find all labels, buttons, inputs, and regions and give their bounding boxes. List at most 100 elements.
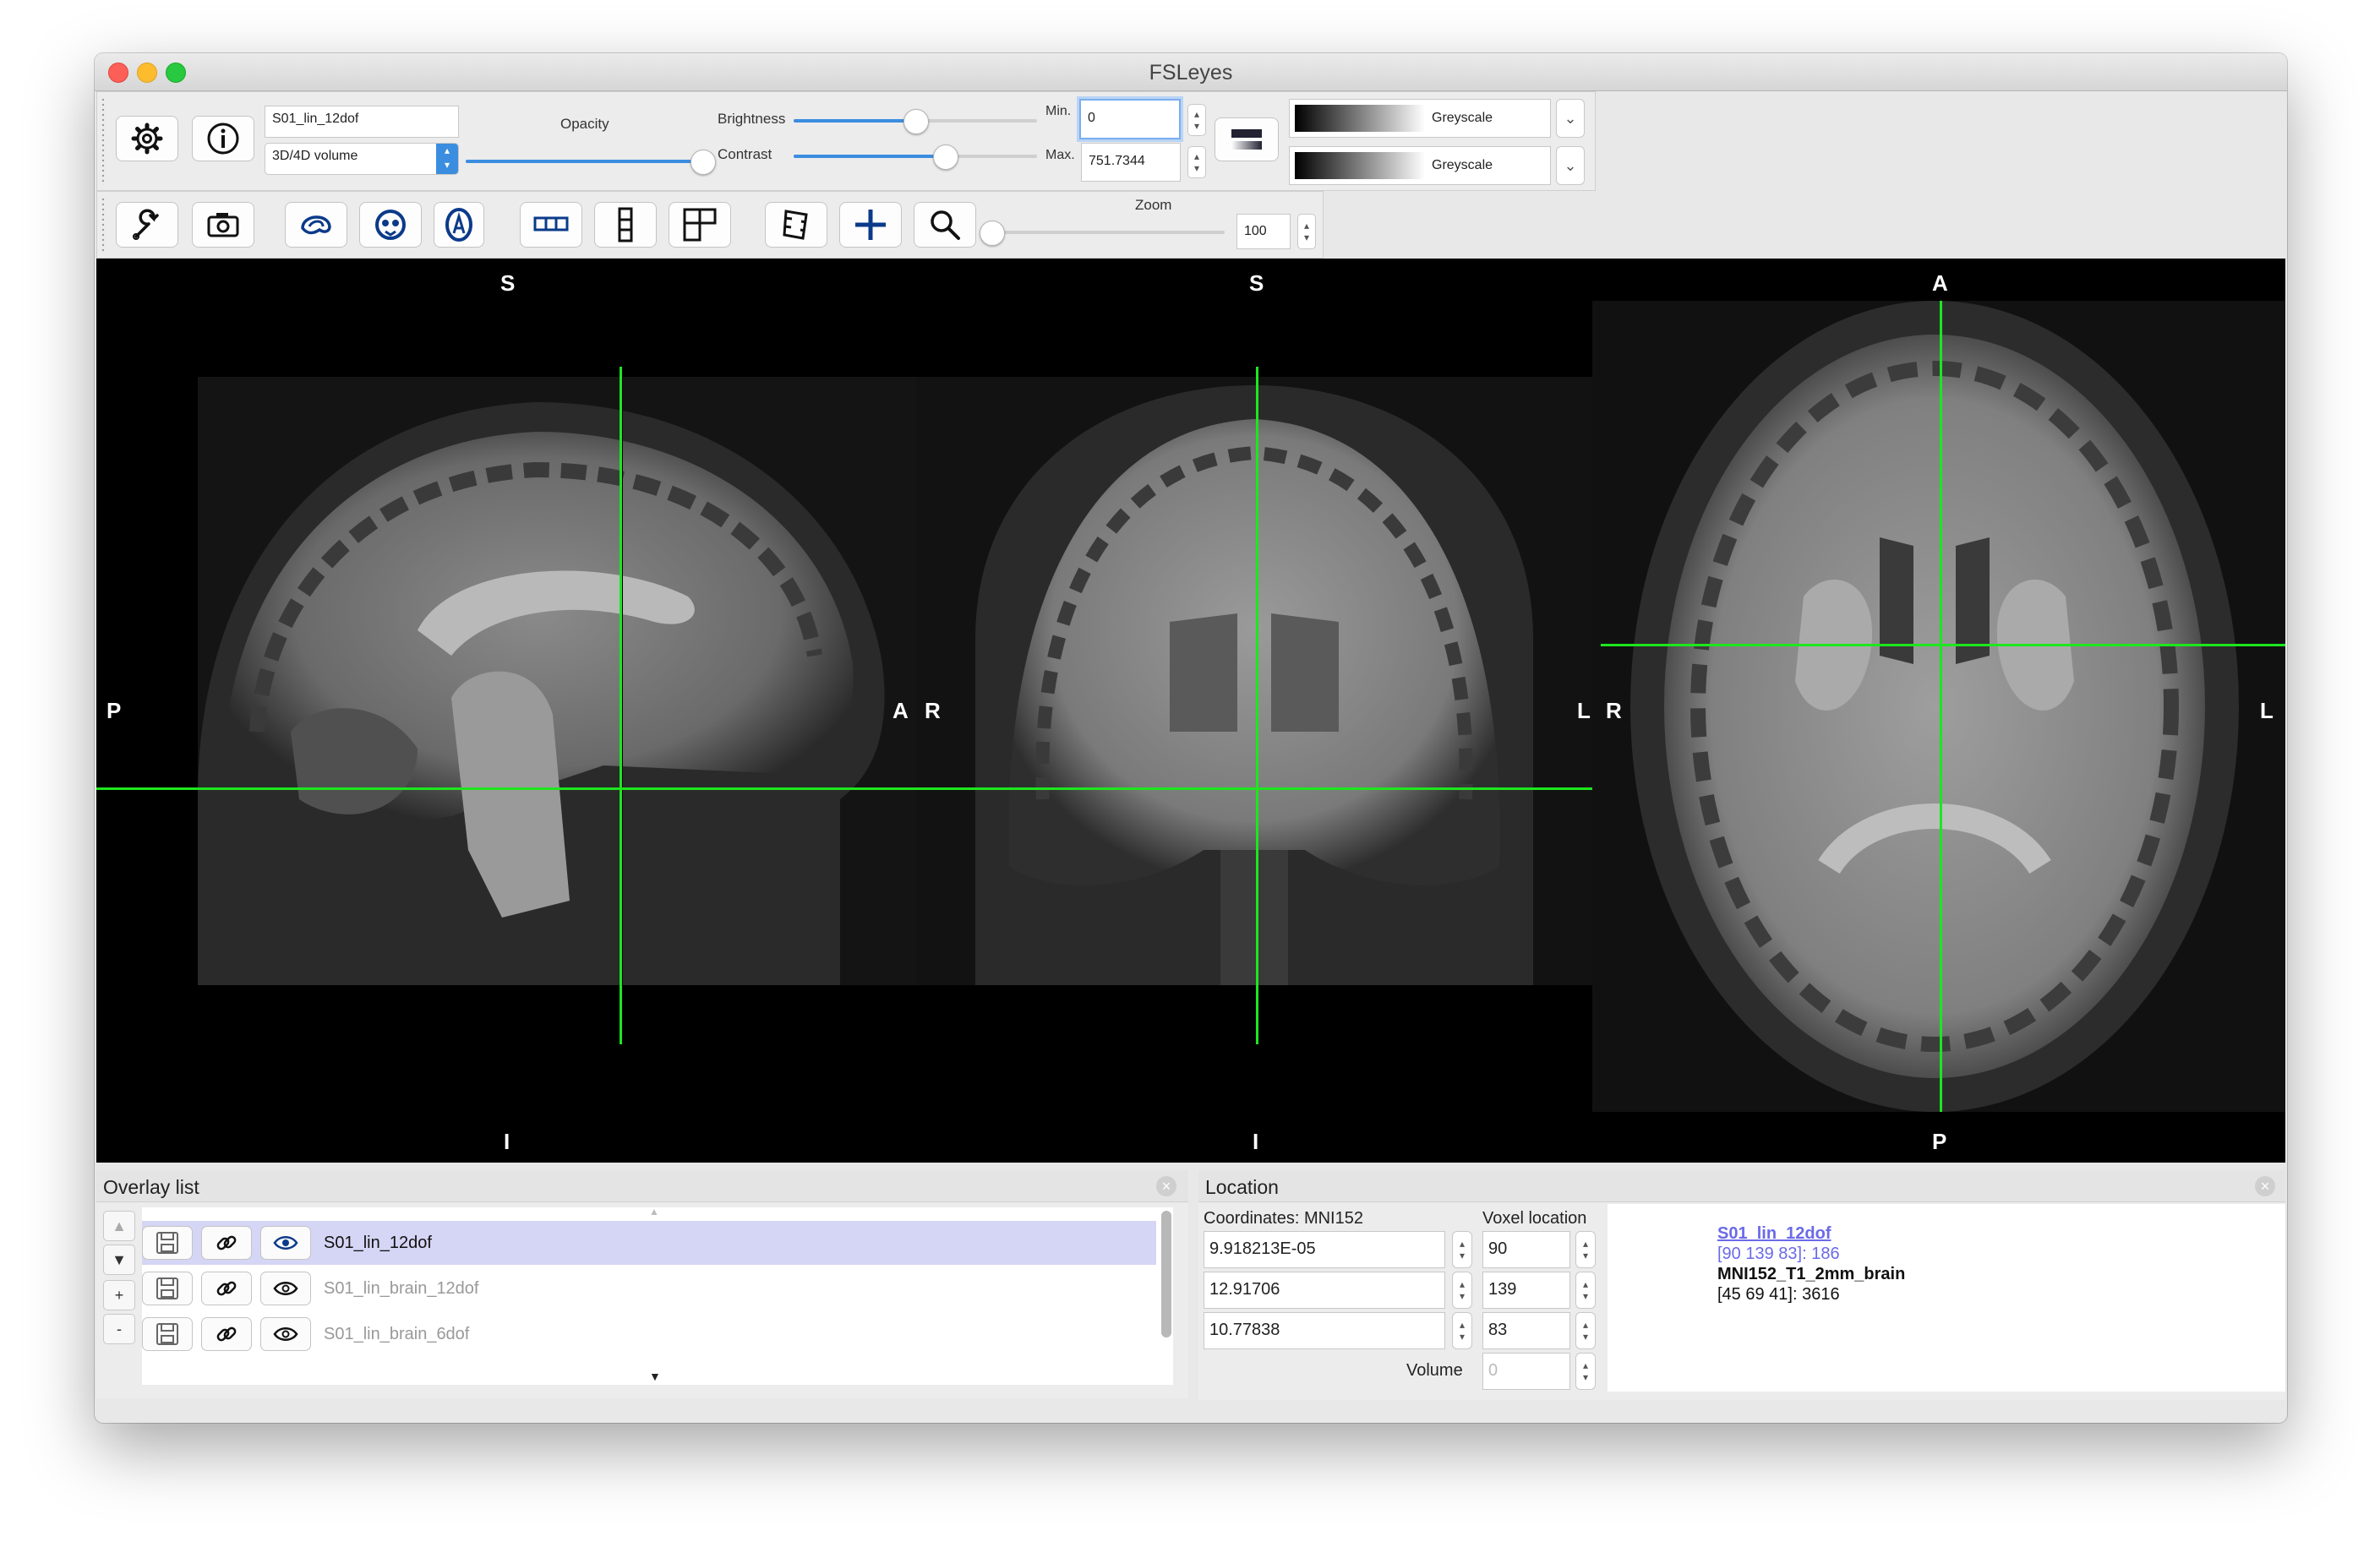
toggle-sagittal-button[interactable] [285,202,347,248]
axial-view[interactable] [1592,259,2285,1163]
link-overlay-button[interactable] [201,1317,252,1351]
close-panel-icon[interactable]: × [1156,1176,1176,1196]
link-overlay-button[interactable] [201,1226,252,1260]
colour-map-1-swatch [1295,105,1425,132]
zoom-tool-button[interactable] [914,202,976,248]
zoom-slider-knob[interactable] [980,221,1005,246]
coronal-label-right: L [1577,698,1591,723]
min-label: Min. [1045,104,1072,118]
remove-overlay-button[interactable]: - [103,1314,135,1344]
voxel-x-stepper[interactable]: ▴ ▾ [1575,1231,1596,1268]
link-icon [216,1281,237,1296]
close-panel-icon[interactable]: × [2255,1176,2275,1196]
brightness-slider[interactable] [794,109,1037,134]
wrench-icon [133,209,159,240]
info-overlay-value: [90 139 83]: 186 [1717,1245,1840,1263]
list-item[interactable]: S01_lin_12dof [142,1221,1156,1265]
zoom-slider[interactable] [980,221,1225,246]
min-value-input[interactable]: 0 [1079,99,1181,139]
info-button[interactable] [192,116,254,161]
brightness-slider-knob[interactable] [903,109,929,134]
voxel-x-input[interactable]: 90 [1482,1231,1570,1268]
min-value-stepper[interactable]: ▴ ▾ [1187,104,1206,136]
window-title: FSLeyes [1149,61,1233,84]
chevron-down-icon[interactable]: ⌄ [1556,146,1585,185]
volume-label: Volume [1406,1361,1463,1380]
opacity-slider-knob[interactable] [691,150,716,175]
save-overlay-button[interactable] [142,1272,193,1305]
settings-button[interactable] [116,116,178,161]
save-overlay-button[interactable] [142,1226,193,1260]
coordinate-y-input[interactable]: 12.91706 [1204,1272,1445,1309]
list-item[interactable]: S01_lin_brain_12dof [142,1267,1156,1310]
add-overlay-button[interactable]: + [103,1280,135,1310]
visibility-toggle-button[interactable] [260,1317,311,1351]
opacity-slider[interactable] [466,150,716,175]
toolbar-grip[interactable] [101,197,106,253]
visibility-toggle-button[interactable] [260,1226,311,1260]
colour-bar-icon [1231,129,1262,150]
coordinate-x-input[interactable]: 9.918213E-05 [1204,1231,1445,1268]
info-overlay-name[interactable]: S01_lin_12dof [1717,1224,1831,1244]
zoom-stepper[interactable]: ▴ ▾ [1297,214,1316,249]
toolbar-grip[interactable] [101,97,106,185]
ortho-canvas[interactable]: S I P A S I R L A P R L [96,259,2285,1163]
select-arrows-icon: ▴ ▾ [436,144,458,174]
voxel-y-stepper[interactable]: ▴ ▾ [1575,1272,1596,1309]
coordinate-x-stepper[interactable]: ▴ ▾ [1452,1231,1472,1268]
max-value-input[interactable]: 751.7344 [1081,143,1181,182]
coordinate-y-stepper[interactable]: ▴ ▾ [1452,1272,1472,1309]
volume-input[interactable]: 0 [1482,1353,1570,1390]
toggle-cursor-button[interactable] [839,202,902,248]
contrast-slider[interactable] [794,144,1037,170]
horizontal-layout-icon [533,216,569,232]
sagittal-label-right: A [892,698,909,723]
contrast-slider-knob[interactable] [932,144,958,170]
vertical-layout-button[interactable] [594,202,657,248]
voxel-z-stepper[interactable]: ▴ ▾ [1575,1312,1596,1349]
toggle-axial-button[interactable] [434,202,484,248]
scroll-down-icon[interactable]: ▼ [649,1370,661,1383]
view-settings-button[interactable] [116,202,178,248]
move-down-button[interactable]: ▼ [103,1245,135,1275]
overlay-name-field[interactable]: S01_lin_12dof [265,106,459,138]
coordinate-z-input[interactable]: 10.77838 [1204,1312,1445,1349]
list-item[interactable]: S01_lin_brain_6dof [142,1312,1156,1356]
save-overlay-button[interactable] [142,1317,193,1351]
horizontal-layout-button[interactable] [520,202,582,248]
visibility-toggle-button[interactable] [260,1272,311,1305]
list-scrollbar[interactable] [1161,1211,1171,1337]
opacity-slider-fill [466,160,702,163]
info-reference-value: [45 69 41]: 3616 [1717,1285,1840,1304]
scroll-up-icon[interactable]: ▲ [649,1206,659,1218]
chevron-down-icon[interactable]: ⌄ [1556,99,1585,138]
location-header: Location × [1198,1170,2285,1202]
overlay-type-select[interactable]: 3D/4D volume ▴ ▾ [265,143,459,175]
overlay-name: S01_lin_12dof [324,1234,432,1252]
voxel-z-input[interactable]: 83 [1482,1312,1570,1349]
axial-label-left: R [1606,698,1622,723]
colour-bar-toggle-button[interactable] [1215,117,1279,161]
grid-layout-button[interactable] [669,202,731,248]
screenshot-button[interactable] [192,202,254,248]
move-up-button[interactable]: ▲ [103,1211,135,1241]
floppy-disk-icon [156,1232,178,1254]
volume-stepper[interactable]: ▴ ▾ [1575,1353,1596,1390]
sagittal-view[interactable] [96,259,916,1163]
voxel-y-input[interactable]: 139 [1482,1272,1570,1309]
colour-map-1-select[interactable]: Greyscale [1289,99,1551,138]
coronal-label-left: R [925,698,941,723]
coordinate-z-stepper[interactable]: ▴ ▾ [1452,1312,1472,1349]
opacity-label: Opacity [560,116,609,132]
brightness-slider-fill [794,119,915,123]
zoom-value-input[interactable]: 100 [1236,214,1291,249]
vertical-layout-icon [618,207,633,242]
colour-map-2-select[interactable]: Greyscale [1289,146,1551,185]
link-overlay-button[interactable] [201,1272,252,1305]
coronal-view[interactable] [916,259,1592,1163]
eye-icon [273,1282,298,1295]
overlay-list-title: Overlay list [103,1176,199,1198]
max-value-stepper[interactable]: ▴ ▾ [1187,146,1206,178]
toggle-coronal-button[interactable] [359,202,422,248]
movie-mode-button[interactable] [765,202,827,248]
